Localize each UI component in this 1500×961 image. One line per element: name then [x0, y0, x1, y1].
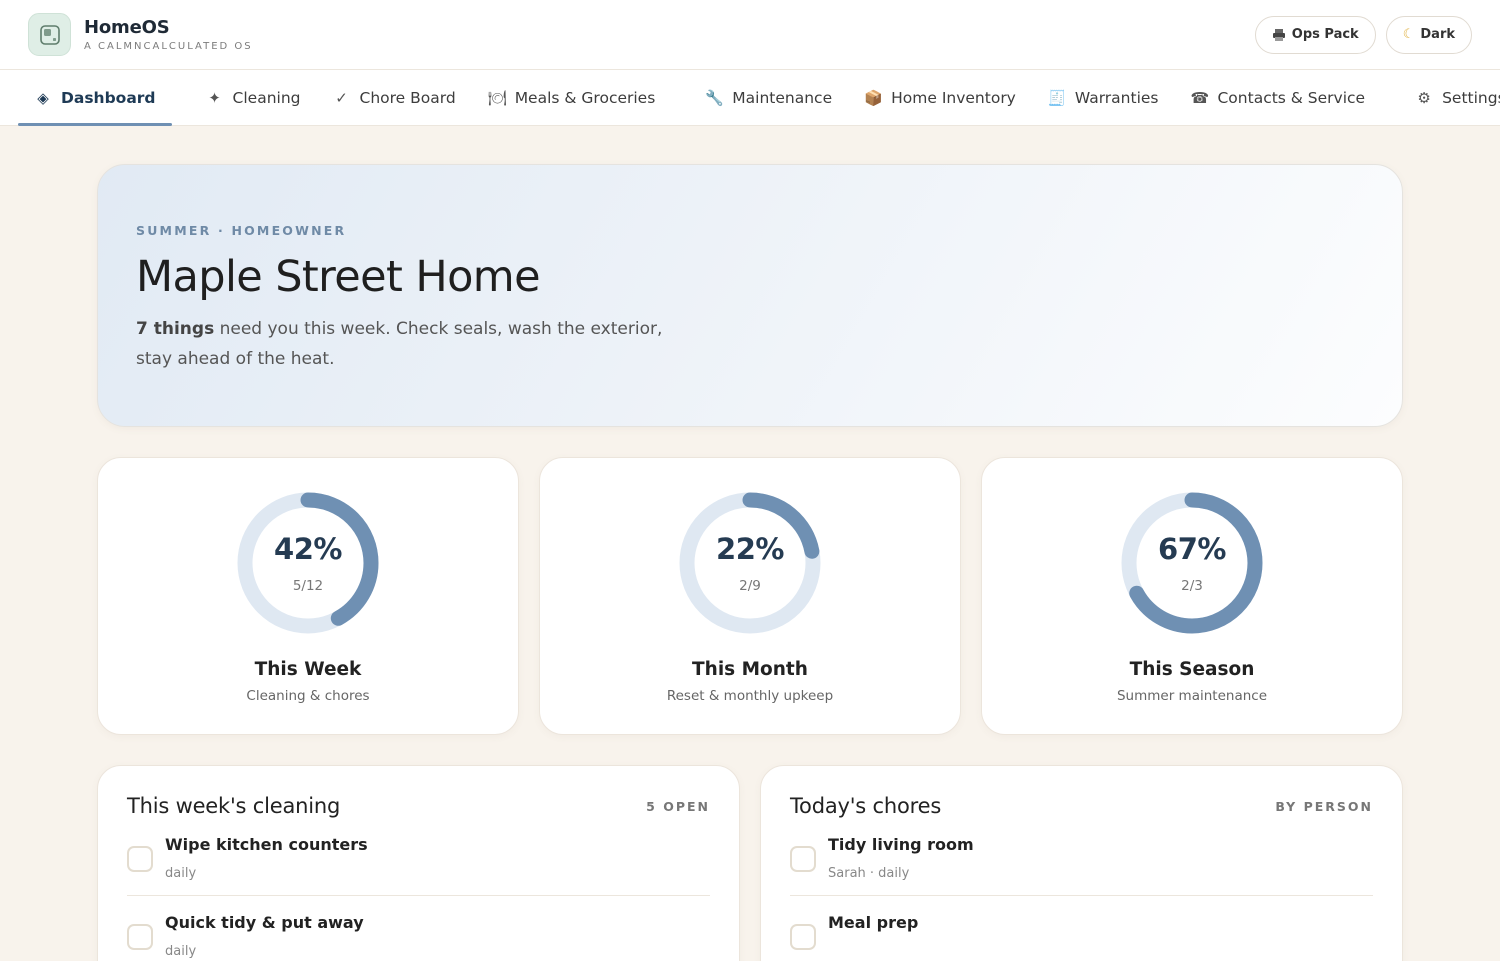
- group-by-badge[interactable]: BY PERSON: [1275, 799, 1373, 814]
- sparkle-icon: ✦: [208, 88, 221, 107]
- fraction-value: 5/12: [292, 578, 324, 594]
- dark-mode-label: Dark: [1420, 27, 1455, 42]
- task-title: Quick tidy & put away: [165, 913, 364, 932]
- stat-subtitle: Reset & monthly upkeep: [666, 688, 834, 704]
- printer-icon: [1272, 28, 1285, 41]
- percent-value: 42%: [274, 532, 342, 566]
- stat-title: This Month: [692, 659, 808, 680]
- chores-card: Today's chores BY PERSON Tidy living roo…: [760, 765, 1403, 961]
- receipt-icon: 🧾: [1047, 88, 1067, 107]
- app-name: HomeOS: [84, 17, 170, 38]
- tab-meals-groceries[interactable]: 🍽 Meals & Groceries: [472, 70, 672, 125]
- phone-icon: ☎: [1190, 88, 1210, 107]
- tab-cleaning[interactable]: ✦ Cleaning: [190, 70, 317, 125]
- percent-value: 22%: [716, 532, 784, 566]
- progress-ring: 42% 5/12: [236, 491, 380, 635]
- home-title: Maple Street Home: [136, 252, 541, 302]
- tab-label: Home Inventory: [891, 88, 1016, 107]
- progress-stats: 42% 5/12 This Week Cleaning & chores 22%…: [97, 457, 1403, 735]
- fraction-value: 2/3: [1181, 578, 1203, 594]
- hero-summary-count: 7 things: [136, 319, 215, 339]
- package-icon: 📦: [864, 88, 883, 107]
- task-meta: daily: [165, 944, 197, 959]
- tab-label: Settings: [1442, 88, 1500, 107]
- card-title: This week's cleaning: [127, 794, 341, 818]
- tab-label: Maintenance: [732, 88, 833, 107]
- stat-subtitle: Summer maintenance: [1116, 688, 1268, 704]
- tab-dashboard[interactable]: ◈ Dashboard: [18, 70, 172, 126]
- moon-icon: ☾: [1402, 27, 1415, 42]
- task-title: Tidy living room: [828, 835, 974, 854]
- tab-maintenance[interactable]: 🔧 Maintenance: [689, 70, 848, 125]
- stat-title: This Week: [254, 659, 362, 680]
- list-item[interactable]: Meal prep: [790, 896, 1373, 961]
- cleaning-card: This week's cleaning 5 OPEN Wipe kitchen…: [97, 765, 740, 961]
- progress-ring: 22% 2/9: [678, 491, 822, 635]
- task-checkbox[interactable]: [127, 846, 153, 872]
- checkmark-icon: ✓: [335, 88, 348, 107]
- hero-eyebrow: SUMMER · HOMEOWNER: [136, 223, 347, 238]
- stat-subtitle: Cleaning & chores: [246, 688, 370, 704]
- open-count-badge: 5 OPEN: [646, 798, 710, 814]
- tab-label: Contacts & Service: [1217, 88, 1366, 107]
- percent-value: 67%: [1158, 532, 1226, 566]
- ops-pack-label: Ops Pack: [1291, 27, 1359, 42]
- list-item[interactable]: Quick tidy & put away daily: [127, 896, 710, 961]
- task-title: Wipe kitchen counters: [165, 835, 368, 854]
- task-meta: Sarah · daily: [828, 866, 910, 881]
- stat-card-season[interactable]: 67% 2/3 This Season Summer maintenance: [981, 457, 1403, 735]
- tab-label: Dashboard: [61, 88, 156, 107]
- dark-mode-button[interactable]: ☾ Dark: [1385, 15, 1472, 54]
- tab-label: Chore Board: [359, 88, 456, 107]
- gear-icon: ⚙: [1417, 88, 1431, 107]
- list-item[interactable]: Tidy living room Sarah · daily: [790, 818, 1373, 896]
- task-title: Meal prep: [828, 913, 919, 932]
- list-item[interactable]: Wipe kitchen counters daily: [127, 818, 710, 896]
- fraction-value: 2/9: [739, 578, 761, 594]
- stat-card-week[interactable]: 42% 5/12 This Week Cleaning & chores: [97, 457, 519, 735]
- card-title: Today's chores: [790, 794, 942, 818]
- top-bar: HomeOS A CALMNCALCULATED OS Ops Pack ☾ D…: [0, 0, 1500, 70]
- hero-summary: 7 things need you this week. Check seals…: [136, 314, 666, 374]
- app-tagline: A CALMNCALCULATED OS: [84, 41, 253, 52]
- tab-home-inventory[interactable]: 📦 Home Inventory: [848, 70, 1032, 125]
- tab-label: Cleaning: [232, 88, 301, 107]
- dashboard-main: SUMMER · HOMEOWNER Maple Street Home 7 t…: [0, 126, 1500, 961]
- tab-label: Warranties: [1074, 88, 1159, 107]
- main-nav: ◈ Dashboard ✦ Cleaning ✓ Chore Board 🍽 M…: [0, 70, 1500, 126]
- task-checkbox[interactable]: [790, 846, 816, 872]
- ops-pack-button[interactable]: Ops Pack: [1254, 15, 1376, 54]
- tab-chore-board[interactable]: ✓ Chore Board: [317, 70, 472, 125]
- plate-cutlery-icon: 🍽: [487, 88, 507, 107]
- stat-card-month[interactable]: 22% 2/9 This Month Reset & monthly upkee…: [539, 457, 961, 735]
- task-checkbox[interactable]: [790, 924, 816, 950]
- app-logo-icon: [28, 13, 71, 56]
- brand[interactable]: HomeOS A CALMNCALCULATED OS: [28, 13, 253, 56]
- wrench-icon: 🔧: [705, 88, 724, 107]
- tab-label: Meals & Groceries: [514, 88, 656, 107]
- task-meta: daily: [165, 866, 197, 881]
- task-lists: This week's cleaning 5 OPEN Wipe kitchen…: [97, 765, 1403, 961]
- stat-title: This Season: [1129, 659, 1255, 680]
- task-checkbox[interactable]: [127, 924, 153, 950]
- hero-card: SUMMER · HOMEOWNER Maple Street Home 7 t…: [97, 164, 1403, 427]
- progress-ring: 67% 2/3: [1120, 491, 1264, 635]
- tab-contacts-service[interactable]: ☎ Contacts & Service: [1174, 70, 1381, 125]
- tab-settings[interactable]: ⚙ Settings: [1399, 70, 1500, 125]
- diamond-icon: ◈: [37, 88, 49, 107]
- hero-summary-text: need you this week. Check seals, wash th…: [136, 319, 663, 369]
- tab-warranties[interactable]: 🧾 Warranties: [1032, 70, 1175, 125]
